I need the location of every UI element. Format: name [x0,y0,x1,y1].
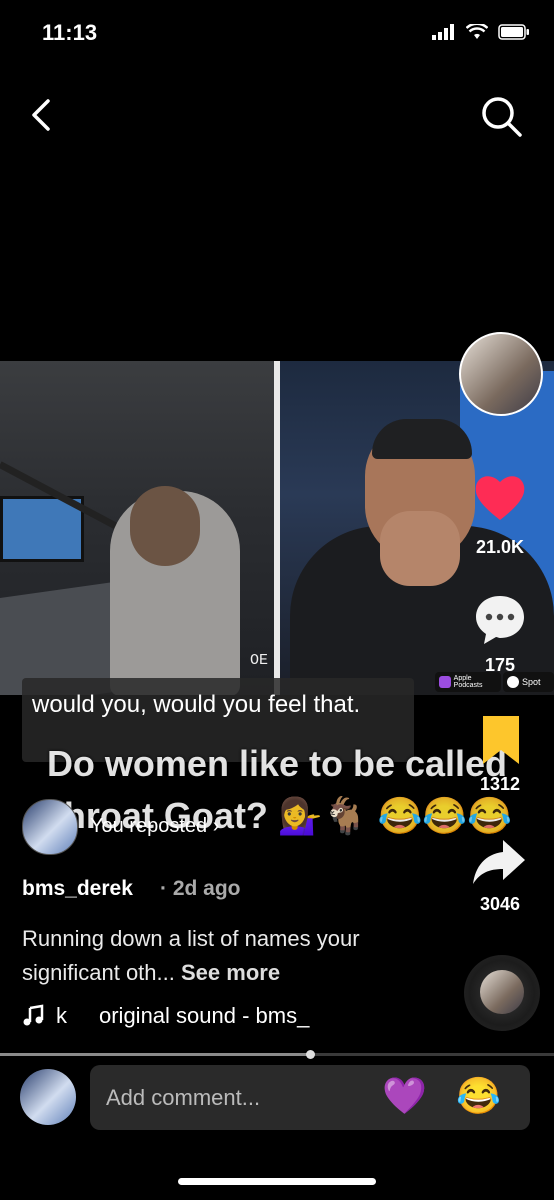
comment-icon [476,596,524,644]
save-button[interactable] [479,714,523,771]
search-button[interactable] [480,95,524,139]
comment-count: 175 [484,655,516,675]
oe-label: OE [250,652,269,669]
laughing-emoji-button[interactable]: 😂 [456,1075,501,1117]
status-icons [432,24,530,40]
status-time: 11:13 [42,20,98,45]
like-button[interactable] [472,470,528,531]
post-time: · 2d ago [160,877,241,900]
comment-button[interactable] [472,592,528,653]
like-count: 21.0K [475,537,525,557]
battery-icon [498,24,529,40]
comment-placeholder: Add comment... [106,1084,261,1110]
progress-scrubber[interactable] [306,1050,315,1059]
avatar[interactable] [22,799,78,855]
wifi-icon [466,24,488,39]
progress-fill [0,1053,310,1056]
heart-icon [475,476,525,520]
bookmark-icon [483,716,519,764]
author-name[interactable]: bms_derek [22,877,133,901]
share-count: 3046 [479,894,521,914]
search-icon [482,97,522,137]
purple-heart-emoji-button[interactable]: 💜 [382,1075,427,1117]
sound-name: original sound - bms_ [99,1003,310,1028]
back-button[interactable] [26,95,62,135]
chevron-right-icon: › [212,815,220,837]
music-note-icon [23,1004,44,1026]
share-arrow-icon [473,840,525,884]
sound-disc-thumbnail [480,970,524,1014]
repost-label[interactable]: You reposted › [90,815,219,838]
guest-cap [372,419,472,459]
host-left-head [130,486,200,566]
spotify-icon [507,676,519,688]
sound-prefix: k [56,1003,67,1028]
see-more-link[interactable]: See more [181,960,280,985]
podcasts-icon [439,676,451,688]
signal-icon [432,24,454,40]
guest-hand [380,511,460,586]
post-description: Running down a list of names your signif… [22,926,360,985]
share-button[interactable] [471,834,527,895]
sound-row[interactable]: k original sound - bms_ [22,1003,309,1029]
creator-avatar[interactable] [459,332,543,416]
video-caption: would you, would you feel that. [32,691,361,718]
home-indicator[interactable] [178,1178,376,1185]
save-count: 1312 [479,774,521,794]
chevron-left-icon [32,99,50,131]
video-player[interactable]: OE Apple Podcasts Spot [0,361,554,695]
avatar [20,1069,76,1125]
